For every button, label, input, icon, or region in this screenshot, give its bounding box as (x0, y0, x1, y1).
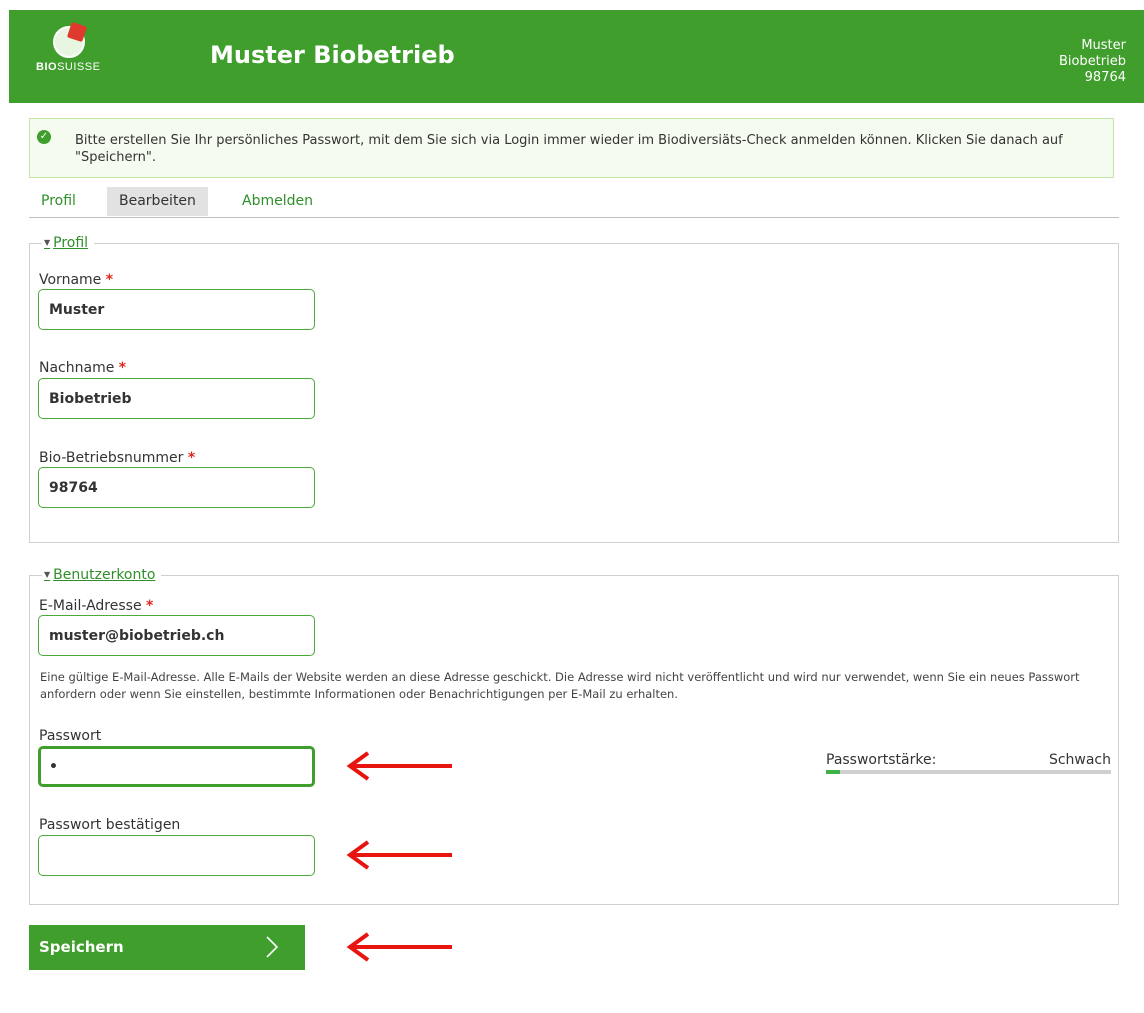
logo-text: BIOSUISSE (36, 61, 101, 73)
collapse-triangle-icon: ▼ (44, 570, 51, 579)
password-confirm-input[interactable] (38, 835, 315, 876)
tab-bar: Profil Bearbeiten Abmelden (29, 187, 1119, 218)
password-label: Passwort (39, 728, 102, 744)
last-name-label: Nachname * (39, 360, 127, 376)
first-name-label: Vorname * (39, 272, 114, 288)
status-message: ✓ Bitte erstellen Sie Ihr persönliches P… (29, 118, 1114, 178)
farm-number-label: Bio-Betriebsnummer * (39, 450, 196, 466)
email-label: E-Mail-Adresse * (39, 598, 154, 614)
arrow-left-icon (346, 751, 452, 781)
save-button[interactable]: Speichern (29, 925, 305, 970)
tab-profil[interactable]: Profil (29, 187, 88, 216)
tab-abmelden[interactable]: Abmelden (230, 187, 325, 216)
user-info: Muster Biobetrieb 98764 (1059, 38, 1126, 86)
email-help-text: Eine gültige E-Mail-Adresse. Alle E-Mail… (40, 670, 1080, 701)
bio-suisse-logo[interactable]: BIOSUISSE (36, 21, 101, 88)
email-input[interactable] (38, 615, 315, 656)
user-last-name: Biobetrieb (1058, 54, 1126, 69)
user-first-name: Muster (1081, 38, 1126, 53)
site-header: BIOSUISSE Muster Biobetrieb Muster Biobe… (9, 10, 1144, 103)
arrow-left-icon (346, 840, 452, 870)
last-name-input[interactable] (38, 378, 315, 419)
profile-legend[interactable]: ▼ Profil (42, 235, 95, 251)
password-strength-fill (826, 770, 841, 774)
password-strength-value: Schwach (1048, 752, 1111, 768)
password-confirm-label: Passwort bestätigen (39, 817, 181, 833)
farm-number-input[interactable] (38, 467, 315, 508)
site-title: Muster Biobetrieb (210, 41, 455, 69)
save-button-label: Speichern (39, 938, 124, 956)
account-legend[interactable]: ▼ Benutzerkonto (42, 567, 162, 583)
collapse-triangle-icon: ▼ (44, 238, 51, 247)
user-farm-number: 98764 (1084, 70, 1126, 85)
arrow-left-icon (346, 932, 452, 962)
password-input[interactable] (38, 746, 315, 787)
first-name-input[interactable] (38, 289, 315, 330)
password-strength-bar (826, 770, 1111, 774)
status-message-text: Bitte erstellen Sie Ihr persönliches Pas… (75, 133, 1063, 165)
password-strength-label: Passwortstärke: (826, 752, 937, 768)
tab-bearbeiten[interactable]: Bearbeiten (107, 187, 208, 216)
chevron-right-icon (266, 936, 279, 958)
check-circle-icon: ✓ (37, 130, 51, 144)
